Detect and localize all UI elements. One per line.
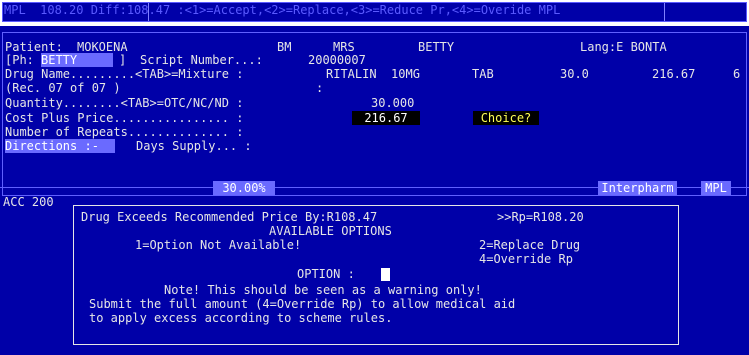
patient-label: Patient: [5, 40, 63, 54]
drug-name-label: Drug Name.........<TAB>=Mixture : [5, 67, 244, 81]
record-colon: : [316, 81, 324, 95]
drug-pack-qty: 30.0 [560, 67, 589, 81]
option-1-label[interactable]: 1=Option Not Available! [135, 238, 301, 252]
dialog-options-header: AVAILABLE OPTIONS [269, 224, 392, 238]
option-input[interactable] [381, 267, 390, 281]
dialog-note: Note! This should be seen as a warning o… [164, 283, 482, 297]
choice-prompt: Choice? [473, 111, 539, 125]
script-number-field[interactable]: 20000007 [308, 53, 366, 67]
repeats-label: Number of Repeats.............. : [5, 125, 244, 139]
record-counter: (Rec. 07 of 07 ) [5, 81, 121, 95]
drug-name-field[interactable]: RITALIN 10MG [326, 67, 420, 81]
cost-price-field[interactable]: 216.67 [352, 111, 420, 125]
dialog-exceeds-text: Drug Exceeds Recommended Price By:R108.4… [81, 210, 378, 224]
cost-price-label: Cost Plus Price................ : [5, 111, 244, 125]
quantity-label: Quantity........<TAB>=OTC/NC/ND : [5, 96, 244, 110]
ph-input[interactable]: BETTY [41, 53, 113, 67]
account-label: ACC 200 [3, 195, 54, 209]
patient-title: MRS [333, 40, 355, 54]
option-prompt-label: OPTION : [297, 267, 355, 281]
script-number-label: Script Number...: [140, 53, 263, 67]
patient-firstname: BETTY [418, 40, 455, 54]
supplier-indicator: Interpharm [598, 181, 677, 195]
drug-price: 216.67 [652, 67, 696, 81]
patient-surname: MOKOENA [77, 40, 128, 54]
drug-extra: 6 [733, 67, 741, 81]
patient-initials: BM [277, 40, 292, 54]
drug-form: TAB [472, 67, 494, 81]
dialog-submit-line2: to apply excess according to scheme rule… [89, 311, 393, 325]
ph-prefix: [Ph: [5, 53, 34, 67]
percent-indicator: 30.00% [213, 181, 275, 195]
option-2-label[interactable]: 2=Replace Drug [479, 238, 580, 252]
option-4-label[interactable]: 4=Override Rp [479, 252, 573, 266]
ph-suffix: ] [119, 53, 127, 67]
mpl-indicator: MPL [701, 181, 731, 195]
directions-button[interactable]: Directions :- [5, 139, 115, 153]
quantity-field[interactable]: 30.000 [371, 96, 414, 110]
dialog-submit-line1: Submit the full amount (4=Override Rp) t… [89, 297, 516, 311]
text-cursor [381, 268, 390, 281]
status-bar-text: MPL 108.20 Diff:108.47 :<1>=Accept,<2>=R… [4, 3, 561, 17]
status-divider [664, 3, 665, 21]
patient-language: Lang:E BONTA [580, 40, 667, 54]
status-divider [148, 3, 149, 21]
days-supply-label: Days Supply... : [136, 139, 252, 153]
dialog-rp-text: >>Rp=R108.20 [497, 210, 584, 224]
